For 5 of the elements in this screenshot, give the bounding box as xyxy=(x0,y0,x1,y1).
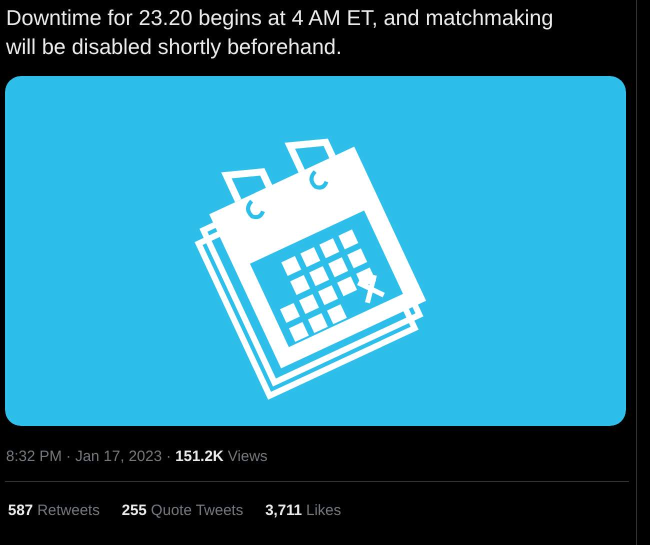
stat-link[interactable]: 255 Quote Tweets xyxy=(122,502,244,519)
tweet-meta: 8:32 PM · Jan 17, 2023 · 151.2K Views xyxy=(6,448,269,465)
stat-link[interactable]: 587 Retweets xyxy=(8,502,100,519)
stat-link[interactable]: 3,711 Likes xyxy=(265,502,342,519)
tweet-text: Downtime for 23.20 begins at 4 AM ET, and matchmaking will be disabled shortly beforehand. xyxy=(5,5,554,61)
